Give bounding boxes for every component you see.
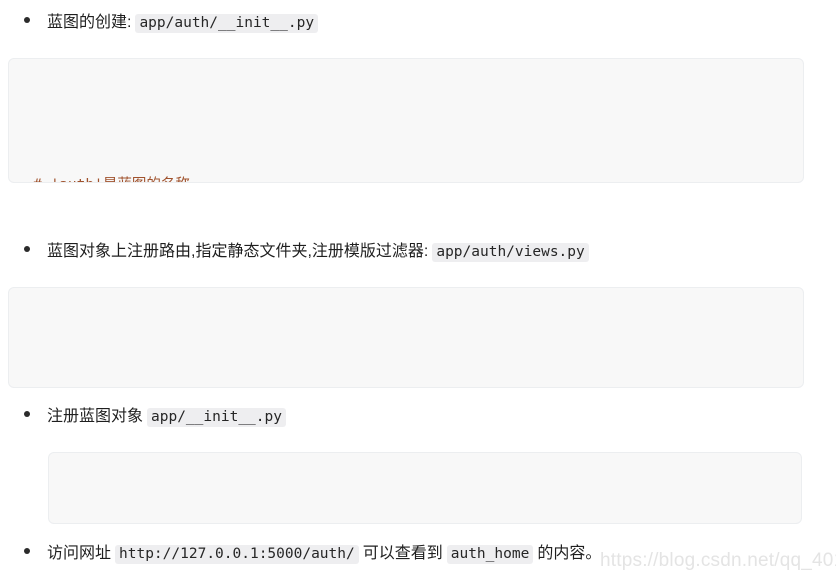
inline-code-function: auth_home <box>446 545 534 564</box>
list-item-label: 注册蓝图对象 <box>47 408 144 425</box>
list-item: 访问网址 http://127.0.0.1:5000/auth/可以查看到 auth… <box>24 543 601 565</box>
code-block-blueprint-init: # 'auth'是蓝图的名称 # __name__是蓝图所在路径 auth =B… <box>8 58 804 183</box>
list-item-content: 蓝图对象上注册路由,指定静态文件夹,注册模版过滤器: app/auth/views… <box>47 241 589 263</box>
code-token-comment: # 'auth'是蓝图的名称 <box>33 177 190 182</box>
inline-code-path: app/__init__.py <box>147 408 286 427</box>
list-item-label-part1: 访问网址 <box>47 545 112 562</box>
inline-code-url: http://127.0.0.1:5000/auth/ <box>115 545 359 564</box>
code-block-auth-views: @auth.route('/') def auth_home(): return… <box>8 287 804 388</box>
bullet-marker-icon <box>24 246 30 252</box>
list-item-content: 访问网址 http://127.0.0.1:5000/auth/可以查看到 auth… <box>47 543 601 565</box>
code-block-lines: # 'auth'是蓝图的名称 # __name__是蓝图所在路径 auth =B… <box>9 107 803 182</box>
code-block-lines: # url_prefix: 指定访问该蓝图中定义的视图函数时需要添加的前缀， 没… <box>49 501 801 523</box>
list-item-label-part3: 的内容。 <box>537 545 602 562</box>
list-item-content: 蓝图的创建: app/auth/__init__.py <box>47 12 319 34</box>
bullet-marker-icon <box>24 17 30 23</box>
code-line: # 'auth'是蓝图的名称 <box>33 173 803 182</box>
list-item-label: 蓝图对象上注册路由,指定静态文件夹,注册模版过滤器: <box>47 243 429 260</box>
list-item: 蓝图对象上注册路由,指定静态文件夹,注册模版过滤器: app/auth/views… <box>24 241 589 263</box>
list-item-label: 蓝图的创建: <box>47 14 132 31</box>
document-page: 蓝图的创建:app/auth/__init__.py # 'auth'是蓝图的名… <box>0 0 836 582</box>
list-item-label-part2: 可以查看到 <box>362 545 443 562</box>
bullet-marker-icon <box>24 548 30 554</box>
bullet-marker-icon <box>24 411 30 417</box>
code-block-register-blueprint: # url_prefix: 指定访问该蓝图中定义的视图函数时需要添加的前缀， 没… <box>48 452 802 524</box>
inline-code-path: app/auth/views.py <box>432 243 589 262</box>
watermark: https://blog.csdn.net/qq_40102768 <box>600 550 836 571</box>
list-item: 蓝图的创建: app/auth/__init__.py <box>24 12 319 34</box>
code-block-lines: @auth.route('/') def auth_home(): return… <box>9 336 803 387</box>
inline-code-path: app/auth/__init__.py <box>135 14 319 33</box>
list-item-content: 注册蓝图对象 app/__init__.py <box>47 406 286 428</box>
list-item: 注册蓝图对象 app/__init__.py <box>24 406 286 428</box>
